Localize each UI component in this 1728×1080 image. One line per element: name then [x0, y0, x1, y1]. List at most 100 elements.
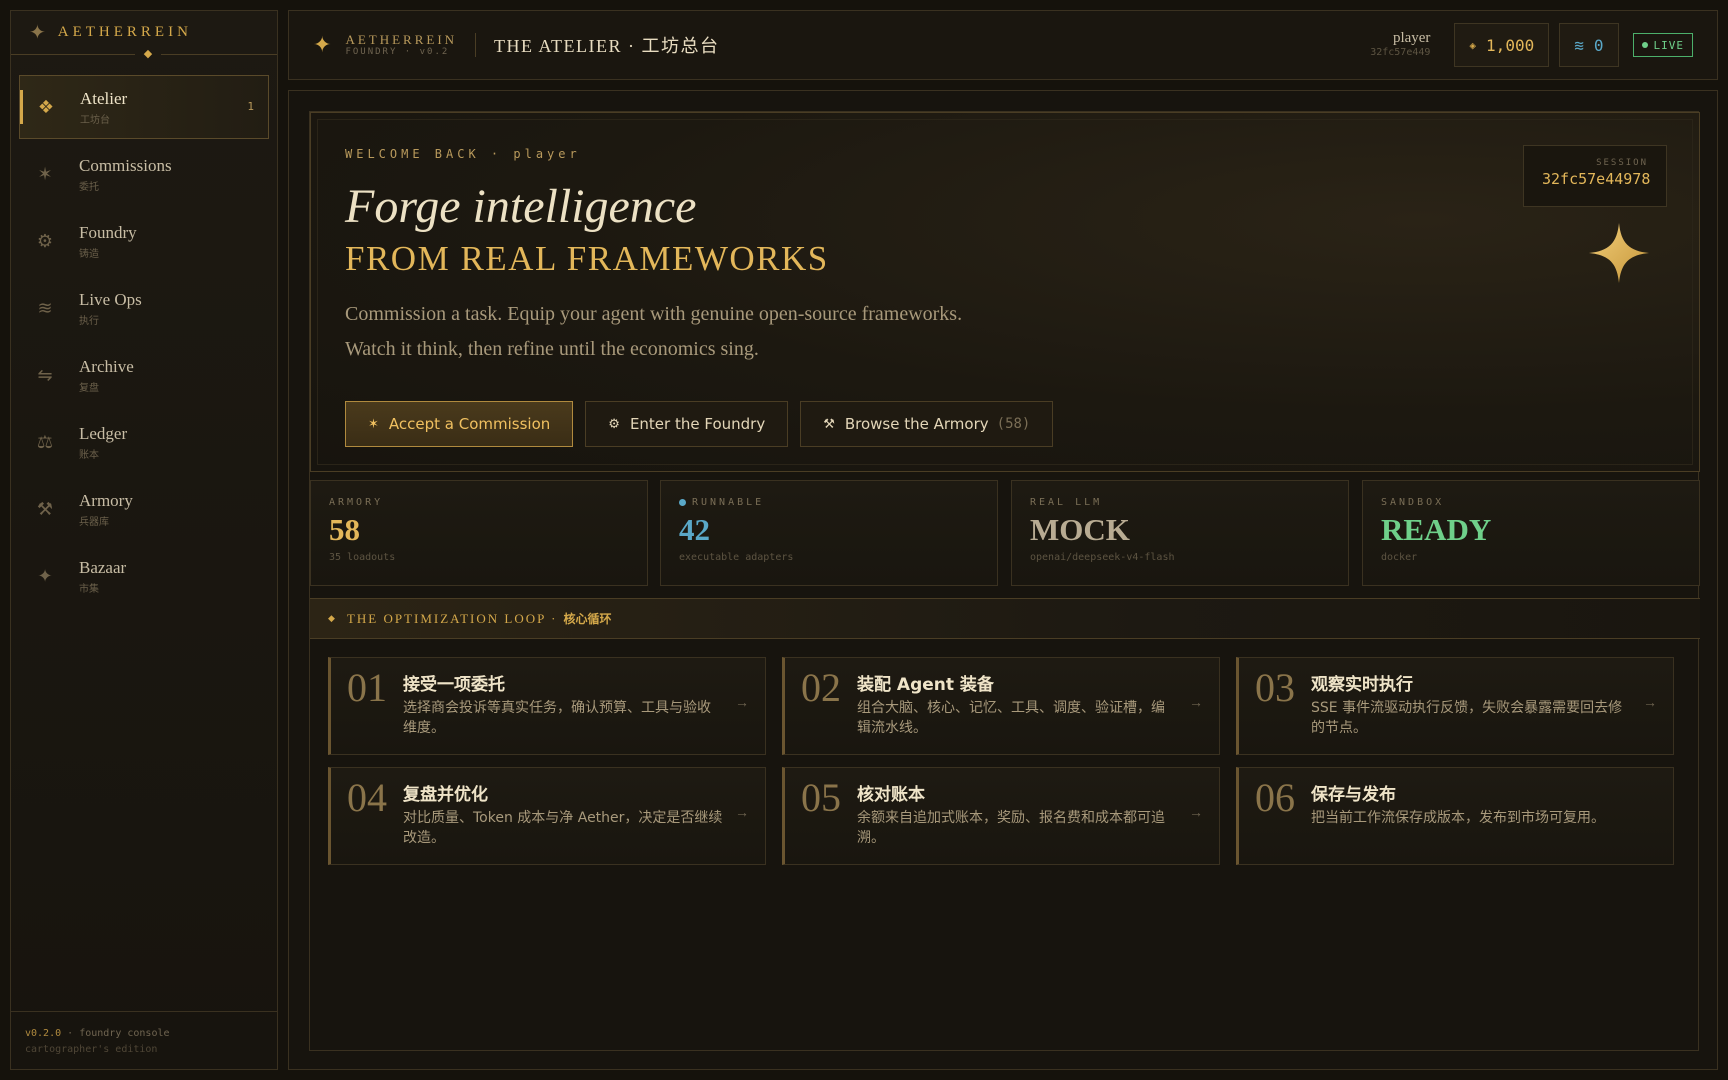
sidebar-item-sublabel: 市集 [79, 583, 99, 595]
hammer-pick-icon: ⚒ [823, 416, 835, 432]
arrow-right-icon: → [1643, 696, 1657, 711]
stat-card-runnable[interactable]: RUNNABLE 42 executable adapters [660, 480, 998, 586]
sidebar-item-bazaar[interactable]: ✦ Bazaar 市集 [19, 544, 269, 608]
aether-balance[interactable]: ≋ 0 [1559, 23, 1619, 67]
loop-step-card[interactable]: 03 观察实时执行 SSE 事件流驱动执行反馈，失败会暴露需要回去修的节点。 → [1236, 657, 1674, 755]
sidebar-item-label: Ledger [79, 423, 128, 443]
sidebar-item-commissions[interactable]: ✶ Commissions 委托 [19, 142, 269, 206]
enter-foundry-button[interactable]: ⚙ Enter the Foundry [585, 401, 789, 447]
sidebar-item-sublabel: 委托 [79, 181, 99, 193]
step-number: 01 [347, 665, 387, 710]
user-info[interactable]: player 32fc57e449 [1370, 31, 1430, 59]
sidebar-item-label: Atelier [80, 88, 128, 108]
brand-name: AETHERREIN [57, 24, 192, 40]
stat-card-armory[interactable]: ARMORY 58 35 loadouts [310, 480, 648, 586]
hammer-pick-icon: ⚒ [36, 498, 54, 520]
sidebar-item-atelier[interactable]: ❖ Atelier 工坊台 1 [19, 75, 269, 139]
loop-step-card[interactable]: 06 保存与发布 把当前工作流保存成版本，发布到市场可复用。 [1236, 767, 1674, 865]
hero-subtitle: FROM REAL FRAMEWORKS [345, 239, 829, 278]
step-title: 观察实时执行 [1311, 675, 1413, 695]
waves-icon: ≋ [1574, 35, 1584, 55]
main-content: WELCOME BACK · player Forge intelligence… [288, 90, 1718, 1070]
sidebar-item-armory[interactable]: ⚒ Armory 兵器库 [19, 477, 269, 541]
scales-icon: ⚖ [36, 431, 54, 453]
edition-label: cartographer's edition [25, 1044, 158, 1055]
loop-title-zh: 核心循环 [563, 612, 612, 626]
status-dot-icon [679, 499, 686, 506]
loop-step-card[interactable]: 04 复盘并优化 对比质量、Token 成本与净 Aether，决定是否继续改造… [328, 767, 766, 865]
sidebar-item-ledger[interactable]: ⚖ Ledger 账本 [19, 410, 269, 474]
sidebar-brand[interactable]: ✦ AETHERREIN ◆ [11, 11, 277, 62]
topbar-brand: AETHERREIN FOUNDRY · v0.2 [345, 32, 458, 58]
version-number: v0.2.0 [25, 1028, 62, 1039]
step-title: 核对账本 [857, 785, 925, 805]
stat-sub: docker [1381, 552, 1418, 563]
topbar-brand-sub: FOUNDRY · v0.2 [345, 47, 450, 57]
loop-header: ◆ THE OPTIMIZATION LOOP · 核心循环 [310, 599, 1700, 639]
sidebar-footer: v0.2.0 · foundry console cartographer's … [11, 1011, 277, 1069]
sidebar-item-sublabel: 执行 [79, 315, 99, 327]
sidebar-item-label: Archive [79, 356, 134, 376]
live-label: LIVE [1653, 38, 1684, 52]
armory-count: (58) [996, 416, 1031, 432]
topbar-brand-name: AETHERREIN [345, 32, 458, 47]
user-id: 32fc57e449 [1370, 47, 1431, 58]
diamond-icon: ◆ [328, 613, 335, 623]
sidebar-nav: ❖ Atelier 工坊台 1 ✶ Commissions 委托 ⚙ Found… [11, 75, 277, 608]
arrow-right-icon: → [735, 806, 749, 821]
diamond-icon: ◆ [135, 46, 161, 62]
page-title: THE ATELIER · 工坊总台 [494, 36, 720, 56]
stat-card-real-llm[interactable]: REAL LLM MOCK openai/deepseek-v4-flash [1011, 480, 1349, 586]
sidebar-item-sublabel: 兵器库 [79, 516, 109, 528]
hero-description-line: Watch it think, then refine until the ec… [345, 338, 759, 360]
sidebar-item-sublabel: 铸造 [79, 248, 99, 260]
step-description: 把当前工作流保存成版本，发布到市场可复用。 [1311, 810, 1605, 826]
top-bar: ✦ AETHERREIN FOUNDRY · v0.2 THE ATELIER … [288, 10, 1718, 80]
loop-title: THE OPTIMIZATION LOOP · [346, 610, 558, 626]
stat-value: 42 [679, 512, 710, 547]
step-number: 06 [1255, 775, 1295, 820]
session-id: 32fc57e44978 [1542, 170, 1651, 188]
step-description: 对比质量、Token 成本与净 Aether，决定是否继续改造。 [403, 810, 723, 846]
stat-value: MOCK [1030, 512, 1130, 547]
sparkle-icon: ✦ [37, 565, 53, 587]
loop-step-card[interactable]: 05 核对账本 余额来自追加式账本，奖励、报名费和成本都可追溯。 → [782, 767, 1220, 865]
button-label: Enter the Foundry [629, 415, 766, 433]
sidebar-item-foundry[interactable]: ⚙ Foundry 铸造 [19, 209, 269, 273]
username: player [1392, 30, 1431, 46]
version-label: · foundry console [67, 1028, 170, 1039]
browse-armory-button[interactable]: ⚒ Browse the Armory (58) [800, 401, 1054, 447]
session-label: SESSION [1596, 158, 1648, 168]
gold-balance[interactable]: ◈ 1,000 [1454, 23, 1550, 67]
sidebar-item-label: Foundry [79, 222, 137, 242]
sidebar-item-live-ops[interactable]: ≋ Live Ops 执行 [19, 276, 269, 340]
step-number: 05 [801, 775, 841, 820]
stat-label: ARMORY [329, 497, 384, 508]
hero-panel: WELCOME BACK · player Forge intelligence… [310, 112, 1700, 472]
step-description: 选择商会投诉等真实任务，确认预算、工具与验收维度。 [403, 700, 711, 736]
step-description: SSE 事件流驱动执行反馈，失败会暴露需要回去修的节点。 [1311, 700, 1623, 736]
accept-commission-button[interactable]: ✶ Accept a Commission [345, 401, 574, 447]
stat-card-sandbox[interactable]: SANDBOX READY docker [1362, 480, 1700, 586]
optimization-loop: ◆ THE OPTIMIZATION LOOP · 核心循环 01 接受一项委托… [310, 598, 1700, 1052]
step-number: 04 [347, 775, 387, 820]
loop-step-card[interactable]: 01 接受一项委托 选择商会投诉等真实任务，确认预算、工具与验收维度。 → [328, 657, 766, 755]
stat-value: 58 [329, 512, 360, 547]
atelier-icon: ❖ [37, 96, 55, 118]
coin-icon: ◈ [1469, 38, 1477, 52]
aether-value: 0 [1593, 35, 1604, 55]
stat-label: RUNNABLE [692, 497, 765, 508]
sidebar-item-archive[interactable]: ⇋ Archive 复盘 [19, 343, 269, 407]
stat-sub: 35 loadouts [329, 552, 396, 563]
loop-step-card[interactable]: 02 装配 Agent 装备 组合大脑、核心、记忆、工具、调度、验证槽，编辑流水… [782, 657, 1220, 755]
sidebar: ✦ AETHERREIN ◆ ❖ Atelier 工坊台 1 ✶ Commiss… [10, 10, 278, 1070]
sidebar-item-sublabel: 复盘 [79, 382, 99, 394]
step-description: 组合大脑、核心、记忆、工具、调度、验证槽，编辑流水线。 [857, 700, 1165, 736]
stat-label: SANDBOX [1381, 497, 1445, 508]
step-title: 保存与发布 [1311, 785, 1396, 805]
step-title: 装配 Agent 装备 [857, 675, 994, 695]
sidebar-item-label: Bazaar [79, 557, 127, 577]
four-point-star-icon [1589, 223, 1649, 283]
gold-value: 1,000 [1486, 35, 1535, 55]
step-title: 复盘并优化 [403, 785, 488, 805]
